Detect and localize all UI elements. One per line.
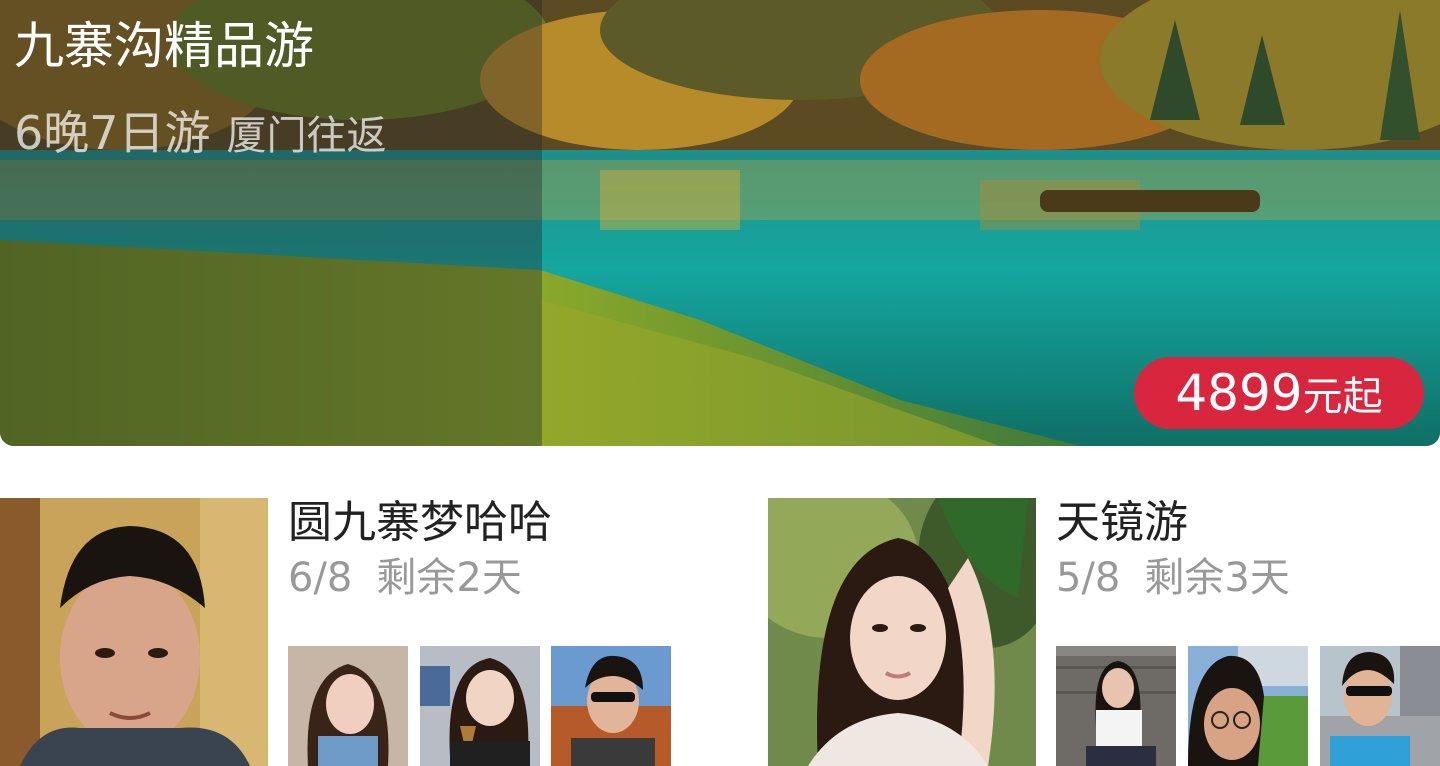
member-avatar-list xyxy=(1056,646,1440,766)
member-avatar[interactable] xyxy=(288,646,408,766)
group-leader-avatar[interactable] xyxy=(0,498,268,766)
price-value: 4899 xyxy=(1175,364,1303,422)
group-card[interactable]: 圆九寨梦哈哈 6/8 剩余2天 xyxy=(0,498,720,766)
price-unit: 元起 xyxy=(1302,374,1383,420)
price-badge: 4899元起 xyxy=(1134,357,1424,429)
member-avatar[interactable] xyxy=(551,646,671,766)
days-remaining: 剩余2天 xyxy=(376,555,522,601)
female-portrait-photo xyxy=(768,498,1036,766)
tour-subtitle: 6晚7日游 厦门往返 xyxy=(14,100,387,166)
group-name: 圆九寨梦哈哈 xyxy=(288,497,552,548)
group-status: 6/8 剩余2天 xyxy=(288,554,522,602)
days-remaining: 剩余3天 xyxy=(1144,555,1290,601)
tour-route: 厦门往返 xyxy=(226,113,387,159)
member-count: 6/8 xyxy=(288,555,353,601)
male-portrait-photo xyxy=(0,498,268,766)
member-avatar[interactable] xyxy=(420,646,540,766)
hero-banner[interactable]: 九寨沟精品游 6晚7日游 厦门往返 4899元起 xyxy=(0,0,1440,446)
member-avatar[interactable] xyxy=(1056,646,1176,766)
member-count: 5/8 xyxy=(1056,555,1121,601)
male-sunglasses-photo xyxy=(551,646,671,766)
group-leader-avatar[interactable] xyxy=(768,498,1036,766)
tour-duration: 6晚7日游 xyxy=(14,106,211,160)
member-avatar[interactable] xyxy=(1188,646,1308,766)
female-portrait-photo xyxy=(288,646,408,766)
group-status: 5/8 剩余3天 xyxy=(1056,554,1290,602)
member-avatar[interactable] xyxy=(1320,646,1440,766)
female-sitting-photo xyxy=(1056,646,1176,766)
group-name: 天镜游 xyxy=(1056,497,1188,548)
female-icecream-photo xyxy=(420,646,540,766)
tour-title: 九寨沟精品游 xyxy=(14,17,314,75)
group-card[interactable]: 天镜游 5/8 剩余3天 xyxy=(768,498,1440,766)
male-glasses-photo xyxy=(1188,646,1308,766)
male-sunglasses-photo xyxy=(1320,646,1440,766)
member-avatar-list xyxy=(288,646,672,766)
